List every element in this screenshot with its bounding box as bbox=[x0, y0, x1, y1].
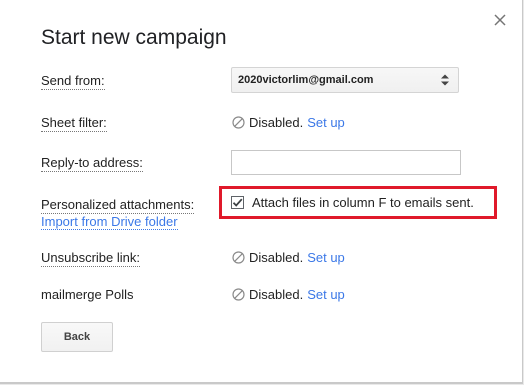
polls-status-text: Disabled. bbox=[249, 287, 304, 302]
send-from-label-text: Send from: bbox=[41, 73, 105, 90]
disabled-icon bbox=[232, 288, 245, 301]
campaign-dialog: Start new campaign Send from: 2020victor… bbox=[0, 0, 523, 384]
reply-to-label: Reply-to address: bbox=[41, 155, 143, 172]
send-from-label: Send from: bbox=[41, 73, 105, 90]
back-button[interactable]: Back bbox=[41, 322, 113, 352]
import-from-drive-link[interactable]: Import from Drive folder bbox=[41, 214, 178, 230]
reply-to-label-text: Reply-to address: bbox=[41, 155, 143, 172]
unsubscribe-status: Disabled. Set up bbox=[232, 250, 345, 265]
unsubscribe-label-text: Unsubscribe link: bbox=[41, 250, 140, 267]
select-arrows-icon bbox=[441, 74, 449, 86]
attach-files-checkbox[interactable] bbox=[231, 196, 244, 209]
polls-label: mailmerge Polls bbox=[41, 287, 133, 302]
attach-files-label: Attach files in column F to emails sent. bbox=[252, 195, 474, 210]
disabled-icon bbox=[232, 116, 245, 129]
send-from-value: 2020victorlim@gmail.com bbox=[238, 74, 374, 86]
polls-status: Disabled. Set up bbox=[232, 287, 345, 302]
personalized-attachments-label: Personalized attachments: bbox=[41, 197, 195, 214]
sheet-filter-setup-link[interactable]: Set up bbox=[307, 115, 345, 130]
disabled-icon bbox=[232, 251, 245, 264]
dialog-title: Start new campaign bbox=[41, 26, 227, 49]
personalized-attachments-label-text: Personalized attachments: bbox=[41, 197, 195, 214]
sheet-filter-label-text: Sheet filter: bbox=[41, 115, 107, 132]
unsubscribe-setup-link[interactable]: Set up bbox=[307, 250, 345, 265]
reply-to-input[interactable] bbox=[231, 150, 461, 175]
polls-setup-link[interactable]: Set up bbox=[307, 287, 345, 302]
unsubscribe-status-text: Disabled. bbox=[249, 250, 304, 265]
sheet-filter-status: Disabled. Set up bbox=[232, 115, 345, 130]
sheet-filter-label: Sheet filter: bbox=[41, 115, 107, 132]
sheet-filter-status-text: Disabled. bbox=[249, 115, 304, 130]
send-from-select[interactable]: 2020victorlim@gmail.com bbox=[231, 67, 459, 93]
close-icon[interactable] bbox=[491, 11, 509, 29]
polls-label-text: mailmerge Polls bbox=[41, 287, 134, 302]
unsubscribe-label: Unsubscribe link: bbox=[41, 250, 140, 267]
